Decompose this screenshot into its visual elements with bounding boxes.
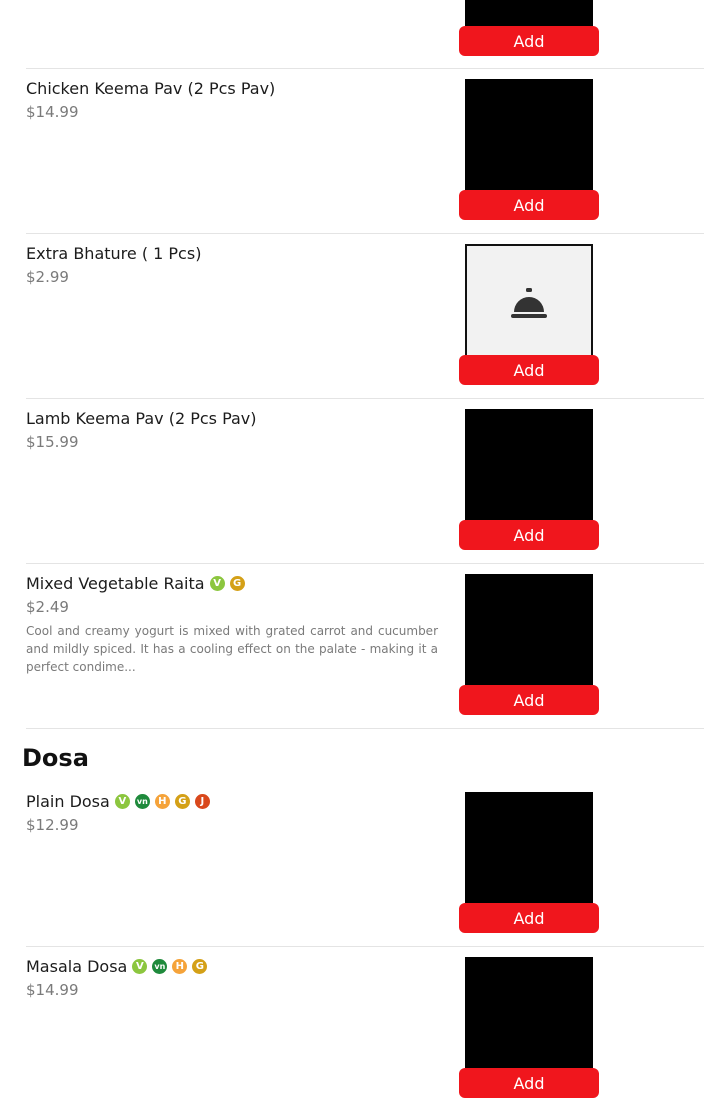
menu-item[interactable]: Chicken Keema Pav (2 Pcs Pav) $14.99 Add [26, 69, 704, 234]
menu-item[interactable]: Plain Dosa V vn H G J $12.99 Add [26, 782, 704, 947]
item-name: Masala Dosa V vn H G [26, 957, 208, 976]
menu-item[interactable]: Masala Dosa V vn H G $14.99 Add [26, 947, 704, 1098]
add-button[interactable]: Add [459, 520, 599, 550]
halal-badge: H [154, 794, 170, 809]
item-name: Chicken Keema Pav (2 Pcs Pav) [26, 79, 276, 98]
item-price: $14.99 [26, 981, 79, 999]
add-button[interactable]: Add [459, 355, 599, 385]
menu-item[interactable]: Extra Bhature ( 1 Pcs) $2.99 Add [26, 234, 704, 399]
gluten-free-badge: G [229, 576, 245, 591]
item-image[interactable] [465, 574, 593, 694]
halal-badge: H [172, 959, 188, 974]
item-price: $12.99 [26, 816, 79, 834]
section-title: Dosa [22, 744, 89, 772]
item-price: $14.99 [26, 103, 79, 121]
item-price: $2.99 [26, 268, 69, 286]
gluten-free-badge: G [192, 959, 208, 974]
item-price: $2.49 [26, 598, 69, 616]
vegan-badge: vn [152, 959, 168, 974]
item-image[interactable] [465, 409, 593, 529]
menu-item-partial: Add [26, 0, 704, 69]
vegan-badge: vn [134, 794, 150, 809]
vegetarian-badge: V [209, 576, 225, 591]
add-button[interactable]: Add [459, 26, 599, 56]
vegetarian-badge: V [132, 959, 148, 974]
add-button[interactable]: Add [459, 190, 599, 220]
menu-item[interactable]: Mixed Vegetable Raita V G $2.49 Cool and… [26, 564, 704, 729]
item-name: Extra Bhature ( 1 Pcs) [26, 244, 202, 263]
item-name: Lamb Keema Pav (2 Pcs Pav) [26, 409, 257, 428]
add-button[interactable]: Add [459, 903, 599, 933]
vegetarian-badge: V [114, 794, 130, 809]
item-name: Mixed Vegetable Raita V G [26, 574, 245, 593]
service-bell-icon [511, 288, 547, 318]
item-image-placeholder[interactable] [465, 244, 593, 364]
item-image[interactable] [465, 957, 593, 1077]
add-button[interactable]: Add [459, 685, 599, 715]
menu-item[interactable]: Lamb Keema Pav (2 Pcs Pav) $15.99 Add [26, 399, 704, 564]
item-image[interactable] [465, 79, 593, 199]
item-name: Plain Dosa V vn H G J [26, 792, 210, 811]
item-description: Cool and creamy yogurt is mixed with gra… [26, 624, 438, 674]
item-price: $15.99 [26, 433, 79, 451]
gluten-free-badge: G [174, 794, 190, 809]
add-button[interactable]: Add [459, 1068, 599, 1098]
item-image[interactable] [465, 792, 593, 912]
jain-badge: J [194, 794, 210, 809]
